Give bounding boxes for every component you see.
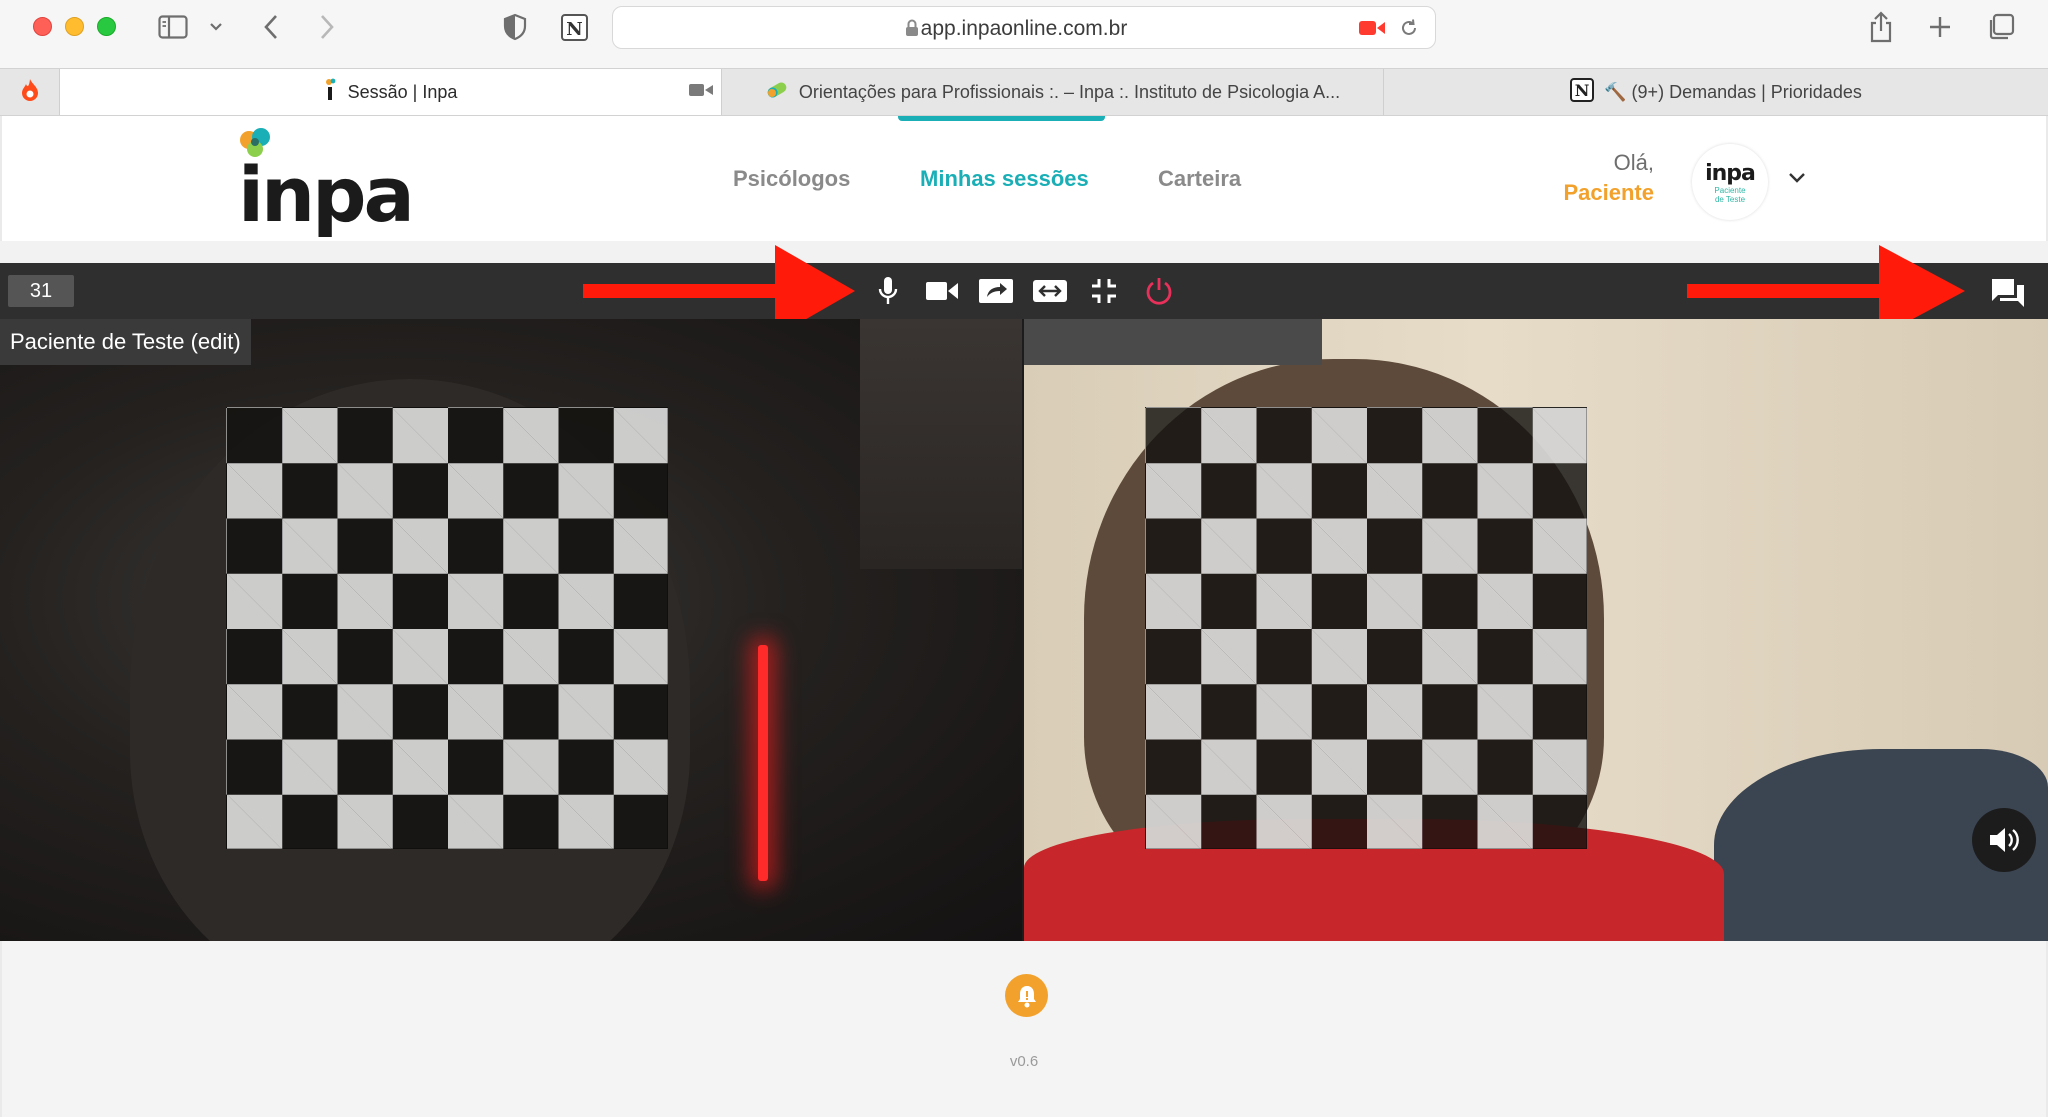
participant-name-tag-empty: [1024, 319, 1322, 365]
privacy-shield-icon[interactable]: [500, 10, 530, 44]
nav-psicologos[interactable]: Psicólogos: [733, 166, 850, 192]
zoom-window-button[interactable]: [97, 17, 116, 36]
face-blur-overlay: [226, 407, 668, 849]
forward-icon[interactable]: [314, 10, 340, 44]
avatar-subtext: Paciente de Teste: [1714, 185, 1746, 204]
pinned-tab[interactable]: [0, 69, 60, 115]
exit-fullscreen-icon[interactable]: [1086, 275, 1122, 307]
switch-camera-icon[interactable]: [1032, 275, 1068, 307]
recording-camera-icon[interactable]: [1359, 20, 1385, 41]
flame-icon: [20, 78, 40, 107]
svg-text:N: N: [1575, 81, 1590, 100]
user-name[interactable]: Paciente: [1564, 180, 1655, 206]
tab-label: Sessão | Inpa: [347, 81, 458, 102]
call-timer: 31: [8, 275, 74, 307]
page-footer: v0.6: [0, 941, 2048, 1117]
chevron-down-icon[interactable]: [205, 10, 227, 44]
site-header: inpa Psicólogos Minhas sessões Carteira …: [0, 116, 2048, 241]
remote-video-right: [1024, 319, 2048, 941]
tab-orientacoes[interactable]: Orientações para Profissionais :. – Inpa…: [722, 69, 1384, 115]
user-menu-chevron-icon[interactable]: [1788, 171, 1806, 189]
minimize-window-button[interactable]: [65, 17, 84, 36]
tab-bar: Sessão | Inpa Orientações para Profissio…: [0, 68, 2048, 116]
share-screen-icon[interactable]: [978, 275, 1014, 307]
remote-video-left: Paciente de Teste (edit): [0, 319, 1022, 941]
close-window-button[interactable]: [33, 17, 52, 36]
nav-active-indicator: [898, 116, 1105, 121]
pill-favicon-icon: [765, 80, 789, 105]
tab-label: Orientações para Profissionais :. – Inpa…: [798, 81, 1341, 102]
logo-text: inpa: [238, 150, 415, 239]
red-lamp: [758, 645, 768, 881]
notion-extension-icon[interactable]: N: [558, 10, 592, 44]
chat-icon[interactable]: [1990, 277, 2026, 314]
avatar[interactable]: inpa Paciente de Teste: [1692, 144, 1768, 220]
inpa-favicon-icon: [324, 78, 338, 107]
tab-demandas[interactable]: N 🔨 (9+) Demandas | Prioridades: [1384, 69, 2048, 115]
notion-favicon-icon: N: [1570, 77, 1595, 107]
url-text: app.inpaonline.com.br: [920, 17, 1128, 40]
reload-icon[interactable]: [1399, 18, 1419, 43]
nav-carteira[interactable]: Carteira: [1158, 166, 1241, 192]
back-icon[interactable]: [258, 10, 284, 44]
camera-icon[interactable]: [924, 275, 960, 307]
share-icon[interactable]: [1866, 10, 1896, 44]
inpa-logo[interactable]: inpa: [234, 124, 415, 239]
power-icon[interactable]: [1141, 275, 1177, 307]
volume-icon[interactable]: [1972, 808, 2036, 872]
tab-label: 🔨 (9+) Demandas | Prioridades: [1604, 81, 1862, 102]
bookshelf: [860, 319, 1022, 569]
version-label: v0.6: [1009, 1053, 1039, 1070]
new-tab-icon[interactable]: [1925, 10, 1955, 44]
participant-name-tag[interactable]: Paciente de Teste (edit): [0, 319, 251, 365]
browser-toolbar: N app.inpaonline.com.br: [0, 0, 2048, 68]
sidebar-toggle-icon[interactable]: [156, 10, 190, 44]
nav-minhas-sessoes[interactable]: Minhas sessões: [920, 166, 1089, 192]
microphone-icon[interactable]: [870, 275, 906, 307]
face-blur-overlay: [1145, 407, 1587, 849]
address-bar[interactable]: app.inpaonline.com.br: [612, 6, 1436, 49]
greeting-text: Olá,: [1613, 150, 1654, 175]
tab-overview-icon[interactable]: [1985, 10, 2017, 44]
viewport: N app.inpaonline.com.br Sessão | Inpa Or…: [0, 0, 2048, 1117]
avatar-logo-text: inpa: [1705, 160, 1756, 186]
tab-camera-icon: [689, 82, 713, 103]
bell-notification-icon[interactable]: [1005, 974, 1048, 1017]
svg-text:N: N: [566, 19, 582, 40]
video-call: 31 Paciente de Teste (edit): [0, 245, 2048, 941]
tab-sessao[interactable]: Sessão | Inpa: [60, 69, 722, 115]
call-controls-bar: 31: [0, 245, 2048, 337]
